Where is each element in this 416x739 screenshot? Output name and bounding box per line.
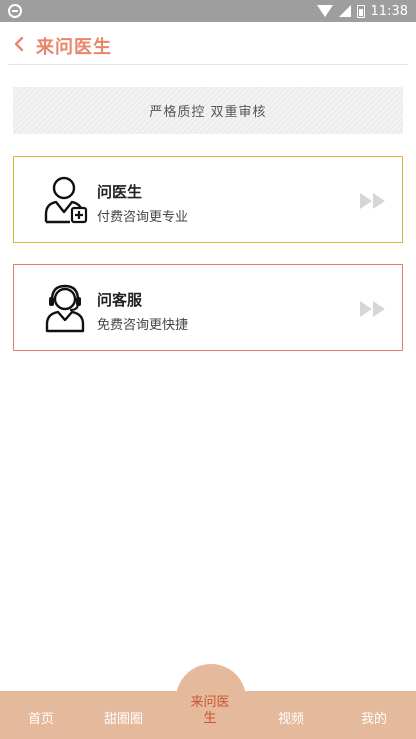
tab-home[interactable]: 首页 [28, 708, 54, 727]
doctor-icon [44, 176, 88, 224]
ask-service-title: 问客服 [97, 291, 143, 309]
chevron-left-icon [14, 36, 24, 52]
customer-service-icon [45, 284, 85, 333]
ask-service-desc: 免费咨询更快捷 [97, 318, 189, 333]
status-bar-right: 11:38 [316, 2, 408, 20]
status-time: 11:38 [370, 3, 408, 19]
quality-banner: 严格质控 双重审核 [13, 87, 403, 134]
header-divider [8, 64, 408, 65]
double-play-icon [360, 193, 385, 209]
battery-icon [356, 4, 365, 18]
ask-doctor-desc: 付费咨询更专业 [97, 210, 189, 225]
page-title: 来问医生 [36, 37, 112, 58]
tab-video[interactable]: 视频 [278, 708, 304, 727]
signal-icon [338, 5, 351, 17]
tab-tianquanquan[interactable]: 甜圈圈 [104, 708, 143, 727]
app-header: 来问医生 [0, 22, 416, 65]
tab-ask-doctor[interactable]: 来问医生 [190, 695, 230, 727]
ask-service-card[interactable]: 问客服 免费咨询更快捷 [13, 264, 403, 351]
double-play-icon [360, 301, 385, 317]
sync-icon [8, 4, 22, 18]
ask-doctor-card[interactable]: 问医生 付费咨询更专业 [13, 156, 403, 243]
ask-doctor-title: 问医生 [97, 183, 143, 201]
banner-text: 严格质控 双重审核 [149, 105, 267, 120]
wifi-icon [316, 5, 333, 17]
tab-mine[interactable]: 我的 [361, 708, 387, 727]
back-button[interactable] [13, 34, 27, 54]
status-bar: 11:38 [0, 0, 416, 22]
